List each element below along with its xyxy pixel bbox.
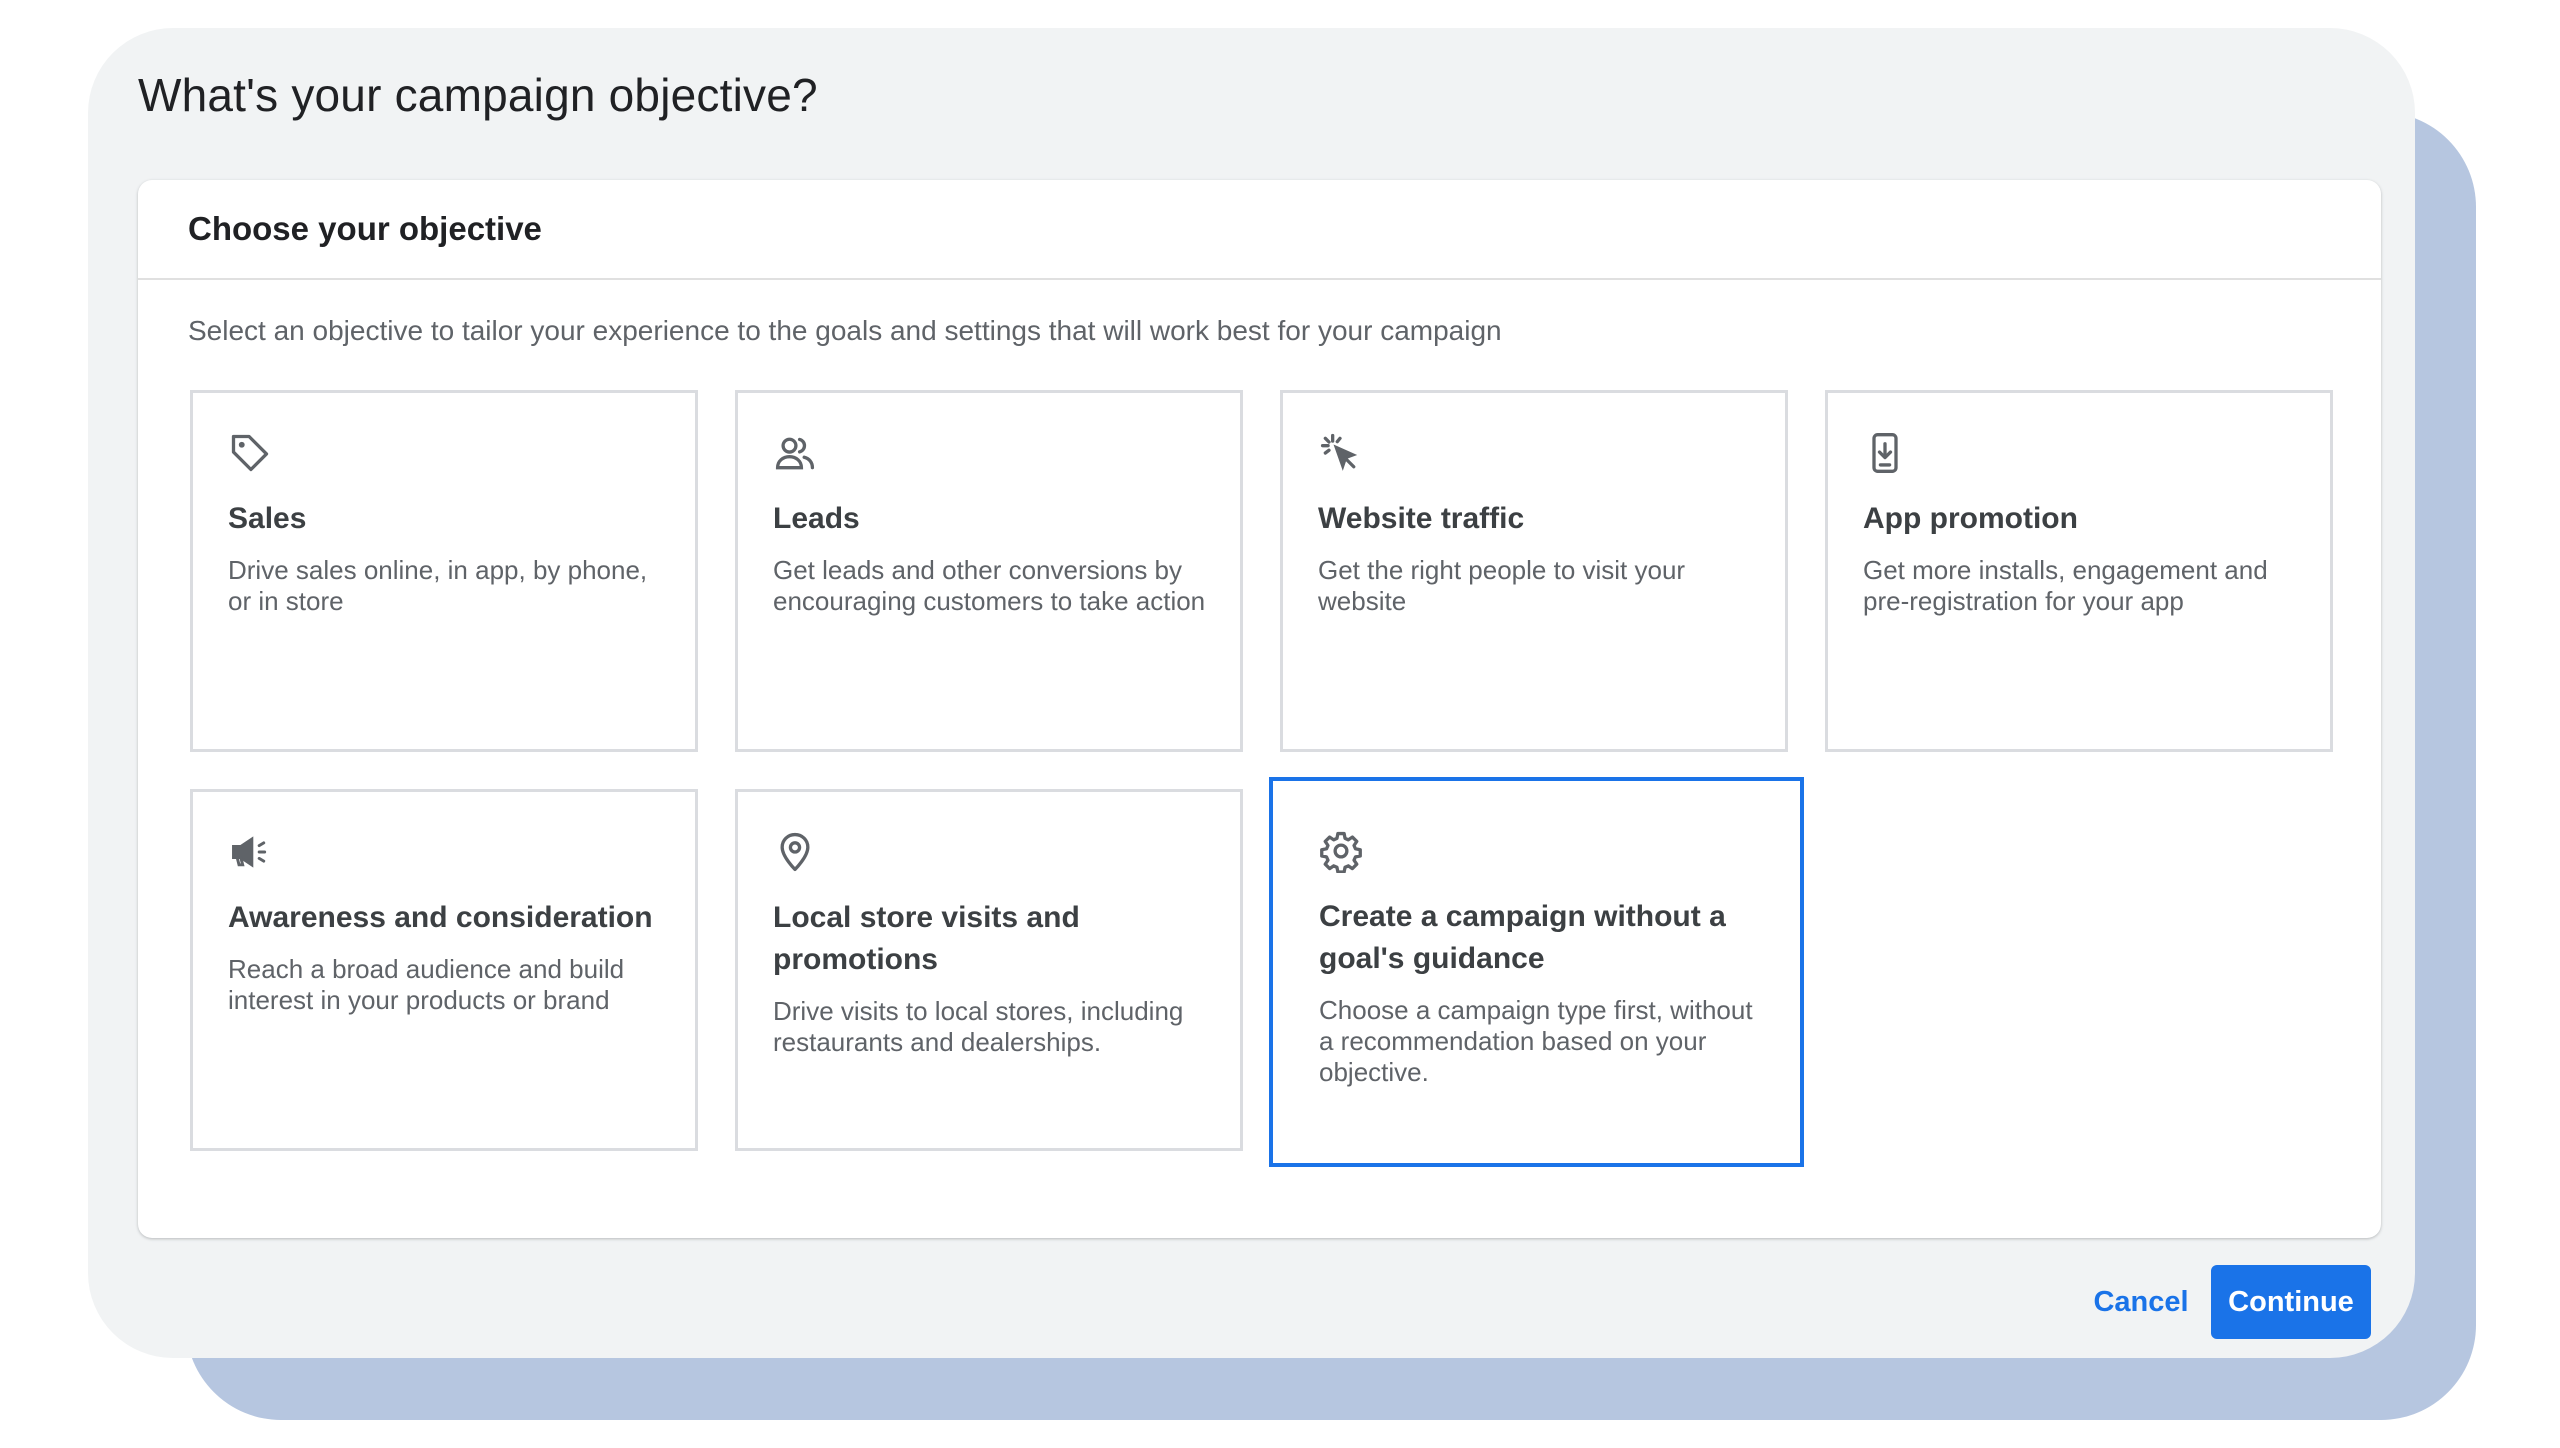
dialog-title: What's your campaign objective? bbox=[138, 69, 818, 121]
phone-download-icon bbox=[1863, 431, 1907, 475]
card-description: Drive sales online, in app, by phone, or… bbox=[228, 555, 648, 616]
objective-card-leads[interactable]: Leads Get leads and other conversions by… bbox=[735, 390, 1243, 752]
card-description: Get the right people to visit your websi… bbox=[1318, 555, 1686, 616]
location-pin-icon bbox=[773, 830, 817, 874]
card-title: App promotion bbox=[1863, 502, 2078, 535]
cancel-button[interactable]: Cancel bbox=[2068, 1265, 2214, 1339]
objective-card-app-promotion[interactable]: App promotion Get more installs, engagem… bbox=[1825, 390, 2333, 752]
card-title: Leads bbox=[773, 502, 860, 535]
objective-card-awareness[interactable]: Awareness and consideration Reach a broa… bbox=[190, 789, 698, 1151]
panel-header: Choose your objective bbox=[138, 180, 2381, 280]
card-title: Local store visits and promotions bbox=[773, 901, 1080, 976]
card-description: Choose a campaign type first, without a … bbox=[1319, 995, 1753, 1087]
cursor-click-icon bbox=[1318, 431, 1362, 475]
megaphone-icon bbox=[228, 830, 272, 874]
objective-card-local-store[interactable]: Local store visits and promotions Drive … bbox=[735, 789, 1243, 1151]
card-description: Get more installs, engagement and pre-re… bbox=[1863, 555, 2268, 616]
objective-card-no-goal[interactable]: Create a campaign without a goal's guida… bbox=[1269, 777, 1804, 1167]
panel-description: Select an objective to tailor your exper… bbox=[188, 315, 1502, 346]
continue-button[interactable]: Continue bbox=[2211, 1265, 2371, 1339]
tag-icon bbox=[228, 431, 272, 475]
panel-title: Choose your objective bbox=[188, 210, 542, 247]
objective-panel: Choose your objective Select an objectiv… bbox=[138, 180, 2381, 1238]
gear-icon bbox=[1319, 829, 1363, 873]
objective-dialog: What's your campaign objective? Choose y… bbox=[88, 28, 2415, 1358]
card-description: Get leads and other conversions by encou… bbox=[773, 555, 1206, 616]
card-description: Reach a broad audience and build interes… bbox=[228, 954, 625, 1015]
card-title: Awareness and consideration bbox=[228, 901, 653, 934]
objective-card-website-traffic[interactable]: Website traffic Get the right people to … bbox=[1280, 390, 1788, 752]
people-icon bbox=[773, 431, 817, 475]
card-description: Drive visits to local stores, including … bbox=[773, 996, 1184, 1057]
card-title: Website traffic bbox=[1318, 502, 1525, 535]
card-title: Sales bbox=[228, 502, 307, 535]
objective-card-sales[interactable]: Sales Drive sales online, in app, by pho… bbox=[190, 390, 698, 752]
card-title: Create a campaign without a goal's guida… bbox=[1319, 900, 1726, 975]
